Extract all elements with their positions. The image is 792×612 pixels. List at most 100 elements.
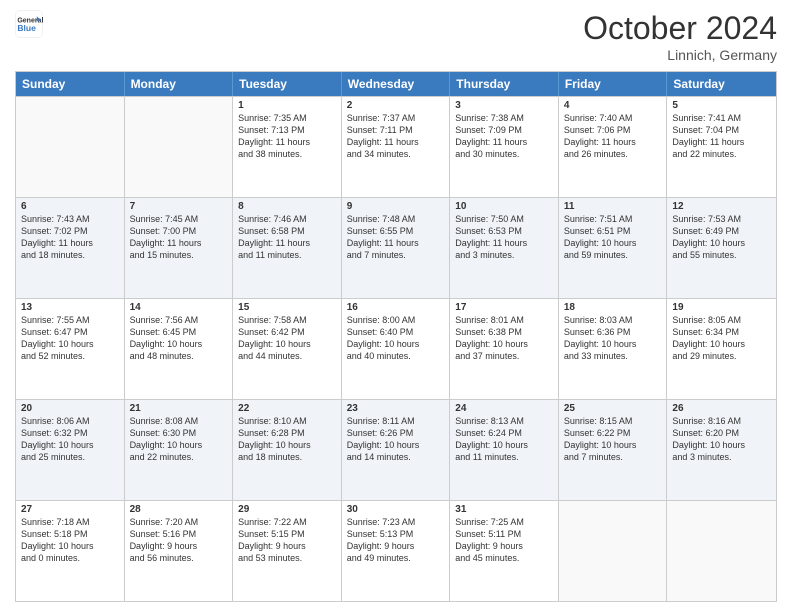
day-number: 10: [455, 201, 553, 212]
day-number: 5: [672, 100, 771, 111]
calendar-day-9: 9Sunrise: 7:48 AM Sunset: 6:55 PM Daylig…: [342, 198, 451, 298]
day-of-week-friday: Friday: [559, 72, 668, 96]
calendar-day-23: 23Sunrise: 8:11 AM Sunset: 6:26 PM Dayli…: [342, 400, 451, 500]
calendar-empty-cell: [667, 501, 776, 601]
calendar-day-10: 10Sunrise: 7:50 AM Sunset: 6:53 PM Dayli…: [450, 198, 559, 298]
day-of-week-saturday: Saturday: [667, 72, 776, 96]
day-info: Sunrise: 8:01 AM Sunset: 6:38 PM Dayligh…: [455, 314, 553, 363]
day-number: 17: [455, 302, 553, 313]
header: General Blue October 2024 Linnich, Germa…: [15, 10, 777, 63]
day-number: 7: [130, 201, 228, 212]
calendar-day-27: 27Sunrise: 7:18 AM Sunset: 5:18 PM Dayli…: [16, 501, 125, 601]
day-number: 8: [238, 201, 336, 212]
day-of-week-sunday: Sunday: [16, 72, 125, 96]
day-of-week-tuesday: Tuesday: [233, 72, 342, 96]
location: Linnich, Germany: [583, 47, 777, 63]
day-number: 31: [455, 504, 553, 515]
day-number: 12: [672, 201, 771, 212]
day-info: Sunrise: 7:43 AM Sunset: 7:02 PM Dayligh…: [21, 213, 119, 262]
day-info: Sunrise: 7:58 AM Sunset: 6:42 PM Dayligh…: [238, 314, 336, 363]
calendar-empty-cell: [559, 501, 668, 601]
calendar-day-3: 3Sunrise: 7:38 AM Sunset: 7:09 PM Daylig…: [450, 97, 559, 197]
day-number: 16: [347, 302, 445, 313]
day-info: Sunrise: 8:11 AM Sunset: 6:26 PM Dayligh…: [347, 415, 445, 464]
calendar-header: SundayMondayTuesdayWednesdayThursdayFrid…: [16, 72, 776, 96]
generalblue-logo-icon: General Blue: [15, 10, 43, 38]
day-number: 19: [672, 302, 771, 313]
day-of-week-wednesday: Wednesday: [342, 72, 451, 96]
day-info: Sunrise: 8:03 AM Sunset: 6:36 PM Dayligh…: [564, 314, 662, 363]
day-info: Sunrise: 7:25 AM Sunset: 5:11 PM Dayligh…: [455, 516, 553, 565]
day-info: Sunrise: 7:40 AM Sunset: 7:06 PM Dayligh…: [564, 112, 662, 161]
calendar-day-11: 11Sunrise: 7:51 AM Sunset: 6:51 PM Dayli…: [559, 198, 668, 298]
calendar-day-18: 18Sunrise: 8:03 AM Sunset: 6:36 PM Dayli…: [559, 299, 668, 399]
day-info: Sunrise: 7:51 AM Sunset: 6:51 PM Dayligh…: [564, 213, 662, 262]
calendar-day-25: 25Sunrise: 8:15 AM Sunset: 6:22 PM Dayli…: [559, 400, 668, 500]
day-info: Sunrise: 8:05 AM Sunset: 6:34 PM Dayligh…: [672, 314, 771, 363]
calendar-day-28: 28Sunrise: 7:20 AM Sunset: 5:16 PM Dayli…: [125, 501, 234, 601]
day-info: Sunrise: 8:13 AM Sunset: 6:24 PM Dayligh…: [455, 415, 553, 464]
day-number: 23: [347, 403, 445, 414]
day-number: 26: [672, 403, 771, 414]
day-of-week-monday: Monday: [125, 72, 234, 96]
calendar-body: 1Sunrise: 7:35 AM Sunset: 7:13 PM Daylig…: [16, 96, 776, 601]
day-info: Sunrise: 7:53 AM Sunset: 6:49 PM Dayligh…: [672, 213, 771, 262]
day-number: 1: [238, 100, 336, 111]
calendar-row-1: 6Sunrise: 7:43 AM Sunset: 7:02 PM Daylig…: [16, 197, 776, 298]
page: General Blue October 2024 Linnich, Germa…: [0, 0, 792, 612]
calendar-day-24: 24Sunrise: 8:13 AM Sunset: 6:24 PM Dayli…: [450, 400, 559, 500]
calendar-day-5: 5Sunrise: 7:41 AM Sunset: 7:04 PM Daylig…: [667, 97, 776, 197]
calendar-day-19: 19Sunrise: 8:05 AM Sunset: 6:34 PM Dayli…: [667, 299, 776, 399]
calendar-day-17: 17Sunrise: 8:01 AM Sunset: 6:38 PM Dayli…: [450, 299, 559, 399]
calendar-day-30: 30Sunrise: 7:23 AM Sunset: 5:13 PM Dayli…: [342, 501, 451, 601]
calendar-day-7: 7Sunrise: 7:45 AM Sunset: 7:00 PM Daylig…: [125, 198, 234, 298]
day-number: 15: [238, 302, 336, 313]
day-number: 29: [238, 504, 336, 515]
calendar-day-16: 16Sunrise: 8:00 AM Sunset: 6:40 PM Dayli…: [342, 299, 451, 399]
calendar-empty-cell: [125, 97, 234, 197]
svg-text:Blue: Blue: [17, 23, 36, 33]
day-number: 13: [21, 302, 119, 313]
calendar-day-12: 12Sunrise: 7:53 AM Sunset: 6:49 PM Dayli…: [667, 198, 776, 298]
calendar-day-26: 26Sunrise: 8:16 AM Sunset: 6:20 PM Dayli…: [667, 400, 776, 500]
calendar-day-6: 6Sunrise: 7:43 AM Sunset: 7:02 PM Daylig…: [16, 198, 125, 298]
calendar-day-4: 4Sunrise: 7:40 AM Sunset: 7:06 PM Daylig…: [559, 97, 668, 197]
calendar-day-15: 15Sunrise: 7:58 AM Sunset: 6:42 PM Dayli…: [233, 299, 342, 399]
calendar-day-13: 13Sunrise: 7:55 AM Sunset: 6:47 PM Dayli…: [16, 299, 125, 399]
day-info: Sunrise: 7:35 AM Sunset: 7:13 PM Dayligh…: [238, 112, 336, 161]
day-info: Sunrise: 7:41 AM Sunset: 7:04 PM Dayligh…: [672, 112, 771, 161]
calendar: SundayMondayTuesdayWednesdayThursdayFrid…: [15, 71, 777, 602]
day-info: Sunrise: 7:20 AM Sunset: 5:16 PM Dayligh…: [130, 516, 228, 565]
day-info: Sunrise: 7:22 AM Sunset: 5:15 PM Dayligh…: [238, 516, 336, 565]
calendar-day-29: 29Sunrise: 7:22 AM Sunset: 5:15 PM Dayli…: [233, 501, 342, 601]
day-info: Sunrise: 7:46 AM Sunset: 6:58 PM Dayligh…: [238, 213, 336, 262]
calendar-empty-cell: [16, 97, 125, 197]
calendar-day-21: 21Sunrise: 8:08 AM Sunset: 6:30 PM Dayli…: [125, 400, 234, 500]
day-info: Sunrise: 7:55 AM Sunset: 6:47 PM Dayligh…: [21, 314, 119, 363]
day-number: 30: [347, 504, 445, 515]
day-number: 20: [21, 403, 119, 414]
day-number: 21: [130, 403, 228, 414]
calendar-row-3: 20Sunrise: 8:06 AM Sunset: 6:32 PM Dayli…: [16, 399, 776, 500]
day-number: 11: [564, 201, 662, 212]
calendar-row-4: 27Sunrise: 7:18 AM Sunset: 5:18 PM Dayli…: [16, 500, 776, 601]
day-number: 18: [564, 302, 662, 313]
calendar-day-20: 20Sunrise: 8:06 AM Sunset: 6:32 PM Dayli…: [16, 400, 125, 500]
day-info: Sunrise: 7:48 AM Sunset: 6:55 PM Dayligh…: [347, 213, 445, 262]
calendar-day-31: 31Sunrise: 7:25 AM Sunset: 5:11 PM Dayli…: [450, 501, 559, 601]
logo: General Blue: [15, 10, 43, 38]
day-info: Sunrise: 7:56 AM Sunset: 6:45 PM Dayligh…: [130, 314, 228, 363]
day-number: 28: [130, 504, 228, 515]
day-number: 24: [455, 403, 553, 414]
day-info: Sunrise: 8:16 AM Sunset: 6:20 PM Dayligh…: [672, 415, 771, 464]
calendar-day-8: 8Sunrise: 7:46 AM Sunset: 6:58 PM Daylig…: [233, 198, 342, 298]
calendar-day-14: 14Sunrise: 7:56 AM Sunset: 6:45 PM Dayli…: [125, 299, 234, 399]
day-info: Sunrise: 8:15 AM Sunset: 6:22 PM Dayligh…: [564, 415, 662, 464]
day-number: 9: [347, 201, 445, 212]
calendar-row-2: 13Sunrise: 7:55 AM Sunset: 6:47 PM Dayli…: [16, 298, 776, 399]
day-info: Sunrise: 7:45 AM Sunset: 7:00 PM Dayligh…: [130, 213, 228, 262]
day-number: 25: [564, 403, 662, 414]
day-info: Sunrise: 7:50 AM Sunset: 6:53 PM Dayligh…: [455, 213, 553, 262]
day-info: Sunrise: 8:06 AM Sunset: 6:32 PM Dayligh…: [21, 415, 119, 464]
day-number: 22: [238, 403, 336, 414]
